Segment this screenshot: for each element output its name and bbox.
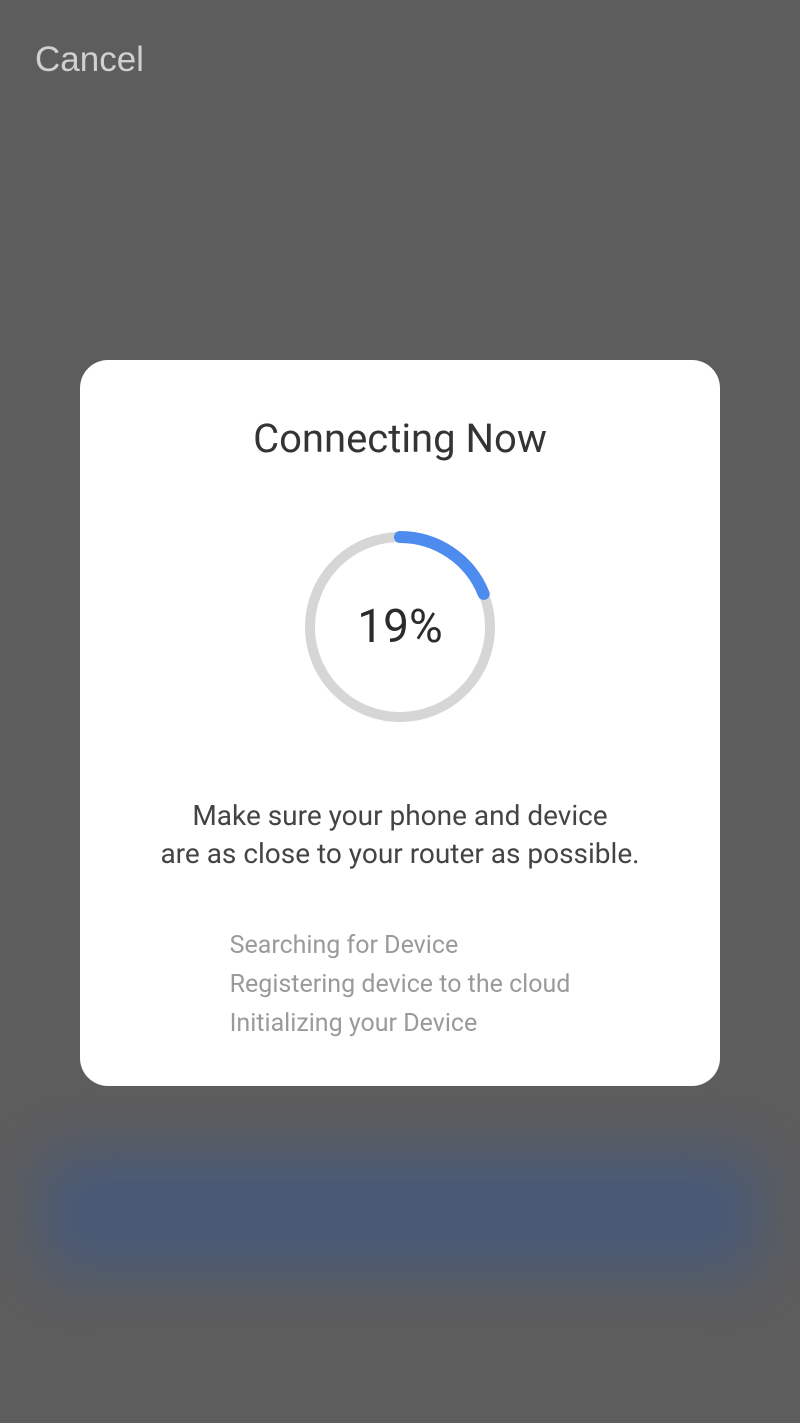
status-steps-list: Searching for Device Registering device … [230,928,571,1041]
background-blurred-button [40,1153,760,1273]
modal-title: Connecting Now [253,415,547,462]
instruction-line-1: Make sure your phone and device [192,799,607,832]
instruction-text: Make sure your phone and device are as c… [160,797,639,873]
progress-ring: 19% [300,527,500,727]
instruction-line-2: are as close to your router as possible. [160,837,639,870]
status-step: Initializing your Device [230,1006,478,1041]
connecting-modal: Connecting Now 19% Make sure your phone … [80,360,720,1086]
progress-percent-label: 19% [357,600,442,654]
status-step: Registering device to the cloud [230,967,571,1002]
cancel-button[interactable]: Cancel [35,40,144,80]
status-step: Searching for Device [230,928,459,963]
